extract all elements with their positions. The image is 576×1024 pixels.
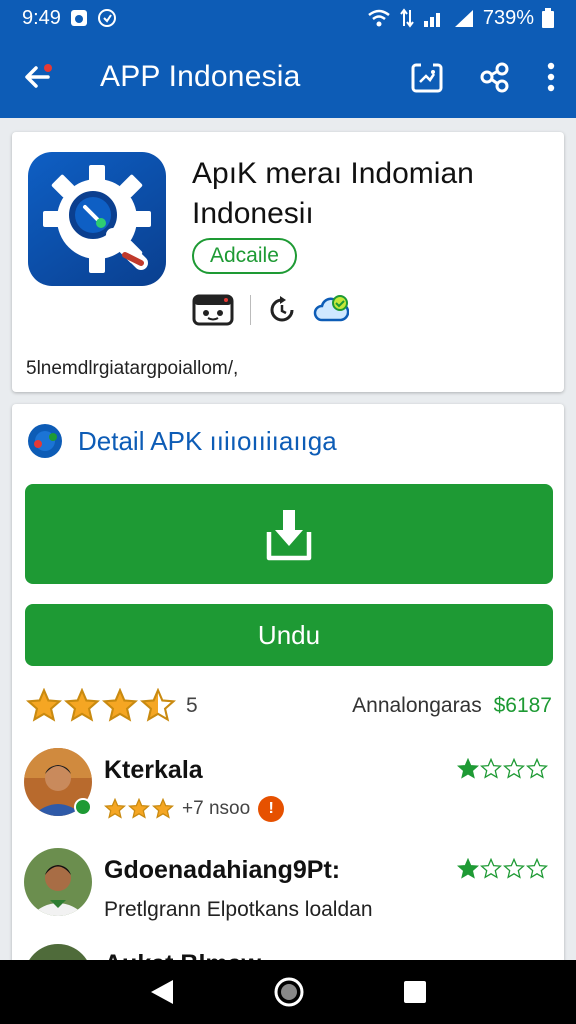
nav-back-button[interactable] xyxy=(149,978,175,1006)
refresh-icon xyxy=(270,296,294,322)
rating-right-label: Annalongaras xyxy=(352,694,482,717)
divider xyxy=(250,295,251,325)
square-recents-icon xyxy=(404,981,426,1003)
star-icon xyxy=(64,688,100,722)
more-vert-icon xyxy=(547,62,555,92)
download-icon xyxy=(266,510,312,561)
detail-header: Detail APK ııiıoııiıaııga xyxy=(26,422,337,460)
robot-face-icon xyxy=(192,294,234,326)
star-icon xyxy=(104,798,126,819)
app-summary: 5lnemdlrgiatargpoiallom/, xyxy=(26,358,239,379)
home-circle-icon xyxy=(274,977,304,1007)
reviewer-name: Kterkala xyxy=(104,756,203,784)
wifi-icon xyxy=(367,8,391,28)
download-button[interactable] xyxy=(25,484,553,584)
star-icon xyxy=(26,688,62,722)
app-bar: APP Indonesia xyxy=(0,36,576,118)
avatar xyxy=(24,848,92,916)
globe-icon xyxy=(28,424,62,458)
review-stars xyxy=(104,798,174,820)
star-icon xyxy=(140,688,176,722)
signal-icon xyxy=(423,8,445,28)
battery-icon xyxy=(542,8,554,28)
star-icon xyxy=(457,758,479,779)
back-arrow-icon xyxy=(25,64,52,88)
star-icon xyxy=(480,858,502,879)
app-meta-icons xyxy=(192,294,349,326)
cloud-check-icon xyxy=(313,295,349,322)
undu-button[interactable]: Undu xyxy=(25,604,553,666)
rating-count: 5 xyxy=(186,694,198,717)
app-title: ApıK meraı Indomian Indonesiı xyxy=(192,157,474,230)
back-button[interactable] xyxy=(20,60,54,94)
nav-home-button[interactable] xyxy=(273,976,305,1008)
star-icon xyxy=(152,798,174,819)
review-meta: +7 nsoo ! xyxy=(104,796,285,822)
reviewer-name: Gdoenadahiang9Pt: xyxy=(104,856,341,884)
rating-right-meta: Annalongaras $6187 xyxy=(352,694,552,718)
share-icon xyxy=(480,62,509,93)
rating-stars xyxy=(26,688,176,724)
review-item[interactable]: Kterkala +7 nsoo ! xyxy=(24,748,552,828)
star-icon xyxy=(480,758,502,779)
triangle-back-icon xyxy=(151,980,173,1004)
review-text: Pretlgrann Elpotkans loaldan xyxy=(104,898,373,921)
star-icon xyxy=(102,688,138,722)
system-nav-bar xyxy=(0,960,576,1024)
app-icon xyxy=(28,152,166,286)
warning-icon: ! xyxy=(258,796,285,822)
notification-icon xyxy=(69,8,89,28)
more-options-button[interactable] xyxy=(546,60,556,94)
battery-percent: 739% xyxy=(482,6,534,29)
star-icon xyxy=(128,798,150,819)
screenshot-button[interactable] xyxy=(410,60,444,94)
sync-icon xyxy=(97,8,117,28)
page-title: APP Indonesia xyxy=(100,60,301,93)
gear-magnifier-icon xyxy=(43,165,151,273)
availability-badge: Adcaile xyxy=(192,238,297,274)
detail-card: Detail APK ııiıoııiıaııga Undu 5 Annalon… xyxy=(12,404,564,974)
star-icon xyxy=(503,858,525,879)
rating-row: 5 Annalongaras $6187 xyxy=(26,688,552,724)
data-icon xyxy=(399,8,415,28)
crop-screen-icon xyxy=(411,61,443,93)
review-item[interactable]: Gdoenadahiang9Pt: Pretlgrann Elpotkans l… xyxy=(24,848,552,928)
star-icon xyxy=(503,758,525,779)
review-score-stars xyxy=(457,758,548,780)
share-button[interactable] xyxy=(478,60,512,94)
detail-title: Detail APK ııiıoııiıaııga xyxy=(78,425,337,456)
verified-check-icon xyxy=(74,798,92,816)
app-info-card: ApıK meraı Indomian Indonesiı Adcaile 5l… xyxy=(12,132,564,392)
signal-icon-2 xyxy=(453,8,475,28)
rating-right-value: $6187 xyxy=(493,694,552,717)
star-icon xyxy=(526,758,548,779)
status-bar: 9:49 739% xyxy=(0,0,576,36)
star-icon xyxy=(526,858,548,879)
nav-recents-button[interactable] xyxy=(403,980,427,1004)
status-time: 9:49 xyxy=(22,6,61,29)
star-icon xyxy=(457,858,479,879)
review-meta-text: +7 nsoo xyxy=(182,798,251,819)
review-score-stars xyxy=(457,858,548,880)
